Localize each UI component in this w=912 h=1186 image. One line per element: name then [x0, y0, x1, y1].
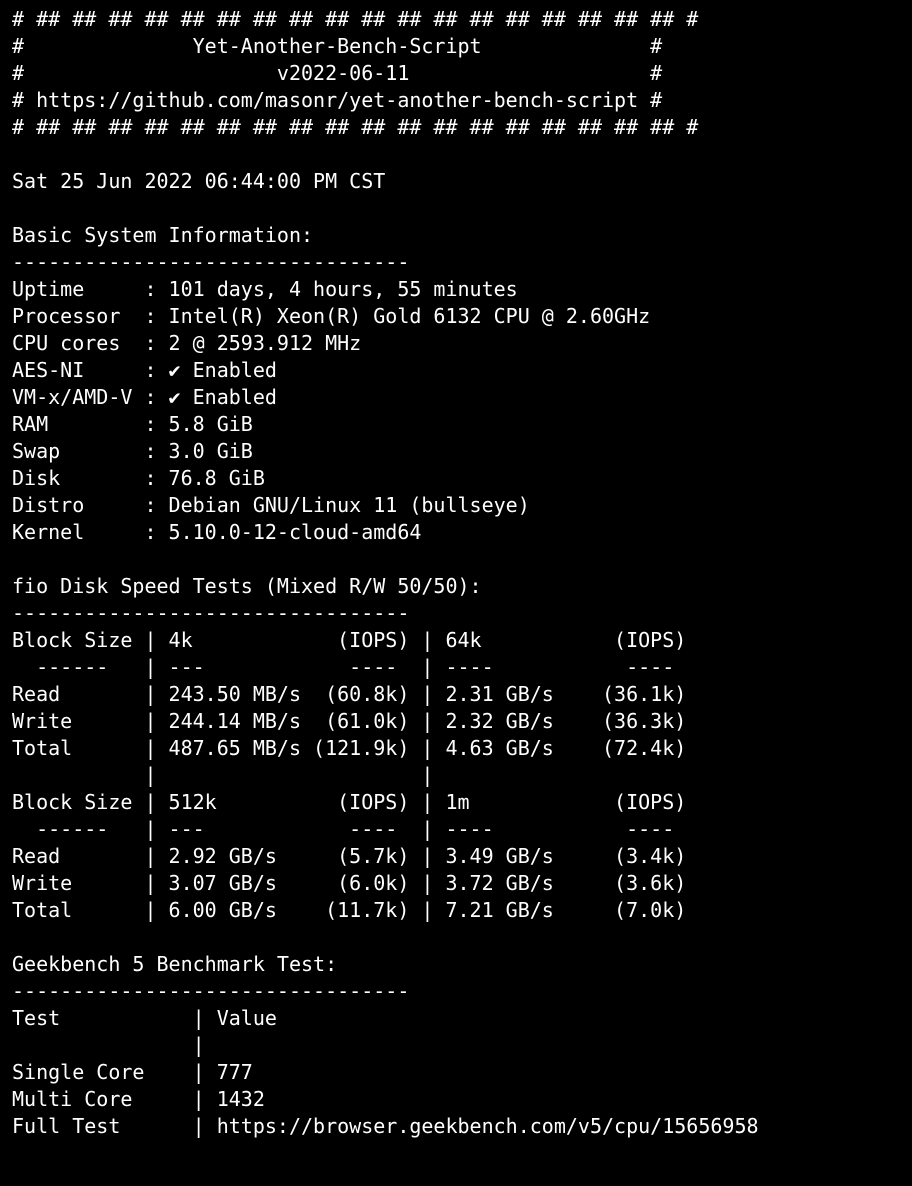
sysinfo-ram: RAM : 5.8 GiB	[12, 412, 253, 436]
fio-block1-dash: ------ | --- ---- | ---- ----	[12, 655, 686, 679]
geekbench-blank: |	[12, 1033, 205, 1057]
fio-block1-blank: | |	[12, 763, 686, 787]
sysinfo-kernel: Kernel : 5.10.0-12-cloud-amd64	[12, 520, 421, 544]
geekbench-full: Full Test | https://browser.geekbench.co…	[12, 1114, 759, 1138]
fio-separator: ---------------------------------	[12, 601, 409, 625]
geekbench-separator: ---------------------------------	[12, 979, 409, 1003]
sysinfo-cores: CPU cores : 2 @ 2593.912 MHz	[12, 331, 361, 355]
sysinfo-processor: Processor : Intel(R) Xeon(R) Gold 6132 C…	[12, 304, 650, 328]
fio-block1-total: Total | 487.65 MB/s (121.9k) | 4.63 GB/s…	[12, 736, 686, 760]
sysinfo-distro: Distro : Debian GNU/Linux 11 (bullseye)	[12, 493, 530, 517]
fio-block2-header: Block Size | 512k (IOPS) | 1m (IOPS)	[12, 790, 686, 814]
sysinfo-separator: ---------------------------------	[12, 250, 409, 274]
sysinfo-disk: Disk : 76.8 GiB	[12, 466, 265, 490]
header-border-top: # ## ## ## ## ## ## ## ## ## ## ## ## ##…	[12, 7, 698, 31]
timestamp: Sat 25 Jun 2022 06:44:00 PM CST	[12, 169, 385, 193]
fio-block2-read: Read | 2.92 GB/s (5.7k) | 3.49 GB/s (3.4…	[12, 844, 686, 868]
geekbench-single: Single Core | 777	[12, 1060, 253, 1084]
fio-block1-header: Block Size | 4k (IOPS) | 64k (IOPS)	[12, 628, 686, 652]
header-version: # v2022-06-11 #	[12, 61, 662, 85]
fio-block2-write: Write | 3.07 GB/s (6.0k) | 3.72 GB/s (3.…	[12, 871, 686, 895]
geekbench-multi: Multi Core | 1432	[12, 1087, 265, 1111]
header-title: # Yet-Another-Bench-Script #	[12, 34, 662, 58]
sysinfo-heading: Basic System Information:	[12, 223, 313, 247]
fio-block1-write: Write | 244.14 MB/s (61.0k) | 2.32 GB/s …	[12, 709, 686, 733]
sysinfo-vmx: VM-x/AMD-V : ✔ Enabled	[12, 385, 277, 409]
fio-block2-dash: ------ | --- ---- | ---- ----	[12, 817, 686, 841]
fio-block2-total: Total | 6.00 GB/s (11.7k) | 7.21 GB/s (7…	[12, 898, 686, 922]
sysinfo-uptime: Uptime : 101 days, 4 hours, 55 minutes	[12, 277, 518, 301]
sysinfo-aesni: AES-NI : ✔ Enabled	[12, 358, 277, 382]
terminal-output: # ## ## ## ## ## ## ## ## ## ## ## ## ##…	[0, 0, 912, 1152]
fio-block1-read: Read | 243.50 MB/s (60.8k) | 2.31 GB/s (…	[12, 682, 686, 706]
header-url: # https://github.com/masonr/yet-another-…	[12, 88, 662, 112]
header-border-bottom: # ## ## ## ## ## ## ## ## ## ## ## ## ##…	[12, 115, 698, 139]
geekbench-header: Test | Value	[12, 1006, 277, 1030]
sysinfo-swap: Swap : 3.0 GiB	[12, 439, 253, 463]
fio-heading: fio Disk Speed Tests (Mixed R/W 50/50):	[12, 574, 482, 598]
geekbench-heading: Geekbench 5 Benchmark Test:	[12, 952, 337, 976]
